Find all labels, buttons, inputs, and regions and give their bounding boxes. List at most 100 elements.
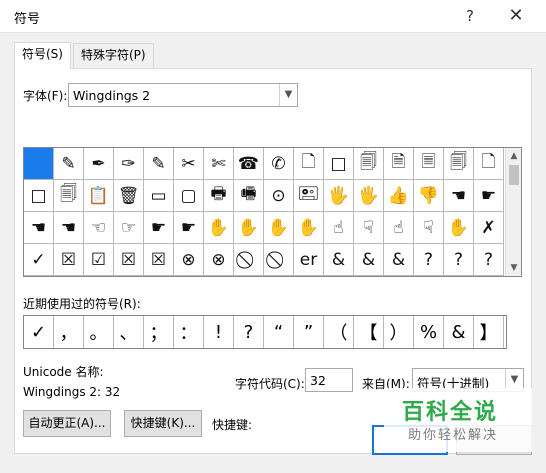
symbol-cell[interactable]: 👎	[414, 180, 444, 212]
symbol-cell[interactable]: er	[294, 244, 324, 276]
recent-symbol-cell[interactable]: ?	[234, 316, 264, 348]
symbol-cell[interactable]: ✎	[54, 148, 84, 180]
symbol-cell[interactable]: ⃠	[264, 244, 294, 276]
symbol-cell[interactable]: ⊗	[204, 244, 234, 276]
symbol-cell[interactable]: ?	[414, 244, 444, 276]
recent-symbol-cell[interactable]: 、	[114, 316, 144, 348]
symbol-cell[interactable]: ?	[474, 244, 504, 276]
symbol-cell[interactable]: ☟	[354, 212, 384, 244]
symbol-cell[interactable]: ⃠	[234, 244, 264, 276]
symbol-cell[interactable]: ✆	[264, 148, 294, 180]
symbol-cell[interactable]: ⊙	[264, 180, 294, 212]
shortcut-key-button[interactable]: 快捷键(K)...	[124, 410, 202, 437]
symbol-cell[interactable]: ✗	[474, 212, 504, 244]
symbol-cell[interactable]: ☒	[144, 244, 174, 276]
symbol-cell[interactable]: ?	[444, 244, 474, 276]
symbol-cell[interactable]: ☝	[324, 212, 354, 244]
help-button[interactable]: ?	[456, 4, 484, 28]
symbol-cell[interactable]: ☒	[54, 244, 84, 276]
grid-scrollbar[interactable]: ▲ ▼	[505, 148, 521, 276]
unicode-name-value: Wingdings 2: 32	[23, 385, 121, 399]
recent-symbol-cell[interactable]: ✓	[24, 316, 54, 348]
symbol-cell[interactable]: ✒	[84, 148, 114, 180]
symbol-cell[interactable]: 🗑	[114, 180, 144, 212]
symbol-cell[interactable]: ✄	[204, 148, 234, 180]
tab-symbols[interactable]: 符号(S)	[14, 42, 71, 69]
symbol-cell[interactable]: ▢	[174, 180, 204, 212]
symbol-cell[interactable]: 🖐	[324, 180, 354, 212]
close-button[interactable]: ✕	[502, 4, 530, 28]
symbol-cell[interactable]: ☑	[84, 244, 114, 276]
symbol-cell[interactable]: ☒	[114, 244, 144, 276]
title-bar: 符号 ? ✕	[0, 0, 546, 32]
symbol-cell[interactable]	[24, 148, 54, 180]
symbol-cell[interactable]: ✋	[444, 212, 474, 244]
symbol-cell[interactable]: ✂	[174, 148, 204, 180]
recent-symbol-cell[interactable]: 】	[474, 316, 504, 348]
symbol-cell[interactable]: 📋	[84, 180, 114, 212]
scroll-up-icon[interactable]: ▲	[506, 148, 522, 164]
symbol-cell[interactable]: ✋	[234, 212, 264, 244]
watermark-title: 百科全说	[402, 400, 499, 425]
watermark-subtitle: 助你轻松解决	[408, 428, 499, 443]
symbol-cell[interactable]: 👍	[384, 180, 414, 212]
symbol-cell[interactable]: ☛	[144, 212, 174, 244]
symbol-cell[interactable]: ☛	[474, 180, 504, 212]
symbol-cell[interactable]: ☚	[444, 180, 474, 212]
symbol-cell[interactable]: 🖭	[294, 180, 324, 212]
symbol-cell[interactable]: 🖐	[354, 180, 384, 212]
symbol-cell[interactable]: &	[354, 244, 384, 276]
recent-symbol-cell[interactable]: 【	[354, 316, 384, 348]
symbol-cell[interactable]: □	[324, 148, 354, 180]
unicode-name-label: Unicode 名称:	[23, 365, 104, 379]
recent-symbol-cell[interactable]: （	[324, 316, 354, 348]
symbol-cell[interactable]: ☎	[234, 148, 264, 180]
recent-symbols: ✓，。、；：!? “” （【）% &】	[23, 315, 507, 349]
font-select[interactable]: Wingdings 2 ▼	[68, 83, 298, 107]
symbol-cell[interactable]: 🗐	[354, 148, 384, 180]
recent-label: 近期使用过的符号(R):	[23, 297, 141, 311]
recent-symbol-cell[interactable]: &	[444, 316, 474, 348]
recent-symbol-cell[interactable]: 。	[84, 316, 114, 348]
symbol-cell[interactable]: 🖷	[234, 180, 264, 212]
symbol-cell[interactable]: ✋	[204, 212, 234, 244]
symbol-cell[interactable]: ✓	[24, 244, 54, 276]
recent-symbol-cell[interactable]: ）	[384, 316, 414, 348]
scroll-down-icon[interactable]: ▼	[506, 260, 522, 276]
symbol-cell[interactable]: 🗋	[294, 148, 324, 180]
recent-symbol-cell[interactable]: %	[414, 316, 444, 348]
autocorrect-button[interactable]: 自动更正(A)...	[23, 410, 111, 437]
symbol-cell[interactable]: &	[384, 244, 414, 276]
symbol-cell[interactable]: &	[324, 244, 354, 276]
charcode-input[interactable]: 32	[305, 368, 353, 392]
recent-symbol-cell[interactable]: ，	[54, 316, 84, 348]
symbol-cell[interactable]: □	[24, 180, 54, 212]
symbol-cell[interactable]: 🖶	[204, 180, 234, 212]
symbol-cell[interactable]: ☝	[384, 212, 414, 244]
symbol-cell[interactable]: ☚	[24, 212, 54, 244]
symbol-cell[interactable]: 🗎	[384, 148, 414, 180]
recent-symbol-cell[interactable]: ”	[294, 316, 324, 348]
symbol-cell[interactable]: ⊗	[174, 244, 204, 276]
symbol-cell[interactable]: 🗐	[54, 180, 84, 212]
recent-symbol-cell[interactable]: ：	[174, 316, 204, 348]
symbol-cell[interactable]: ✎	[144, 148, 174, 180]
symbol-cell[interactable]: ☚	[54, 212, 84, 244]
symbol-cell[interactable]: 🗐	[444, 148, 474, 180]
symbol-cell[interactable]: ☛	[174, 212, 204, 244]
scroll-thumb[interactable]	[509, 165, 519, 185]
symbol-cell[interactable]: ✋	[264, 212, 294, 244]
tab-special-characters[interactable]: 特殊字符(P)	[73, 43, 154, 68]
symbol-cell[interactable]: 🗋	[474, 148, 504, 180]
symbol-cell[interactable]: ✑	[114, 148, 144, 180]
symbol-cell[interactable]: ☜	[84, 212, 114, 244]
symbol-cell[interactable]: ▭	[144, 180, 174, 212]
symbol-cell[interactable]: 🗏	[414, 148, 444, 180]
chevron-down-icon[interactable]: ▼	[279, 84, 297, 106]
symbol-cell[interactable]: ☞	[114, 212, 144, 244]
recent-symbol-cell[interactable]: “	[264, 316, 294, 348]
recent-symbol-cell[interactable]: !	[204, 316, 234, 348]
recent-symbol-cell[interactable]: ；	[144, 316, 174, 348]
symbol-cell[interactable]: ☟	[414, 212, 444, 244]
symbol-cell[interactable]: ✋	[294, 212, 324, 244]
